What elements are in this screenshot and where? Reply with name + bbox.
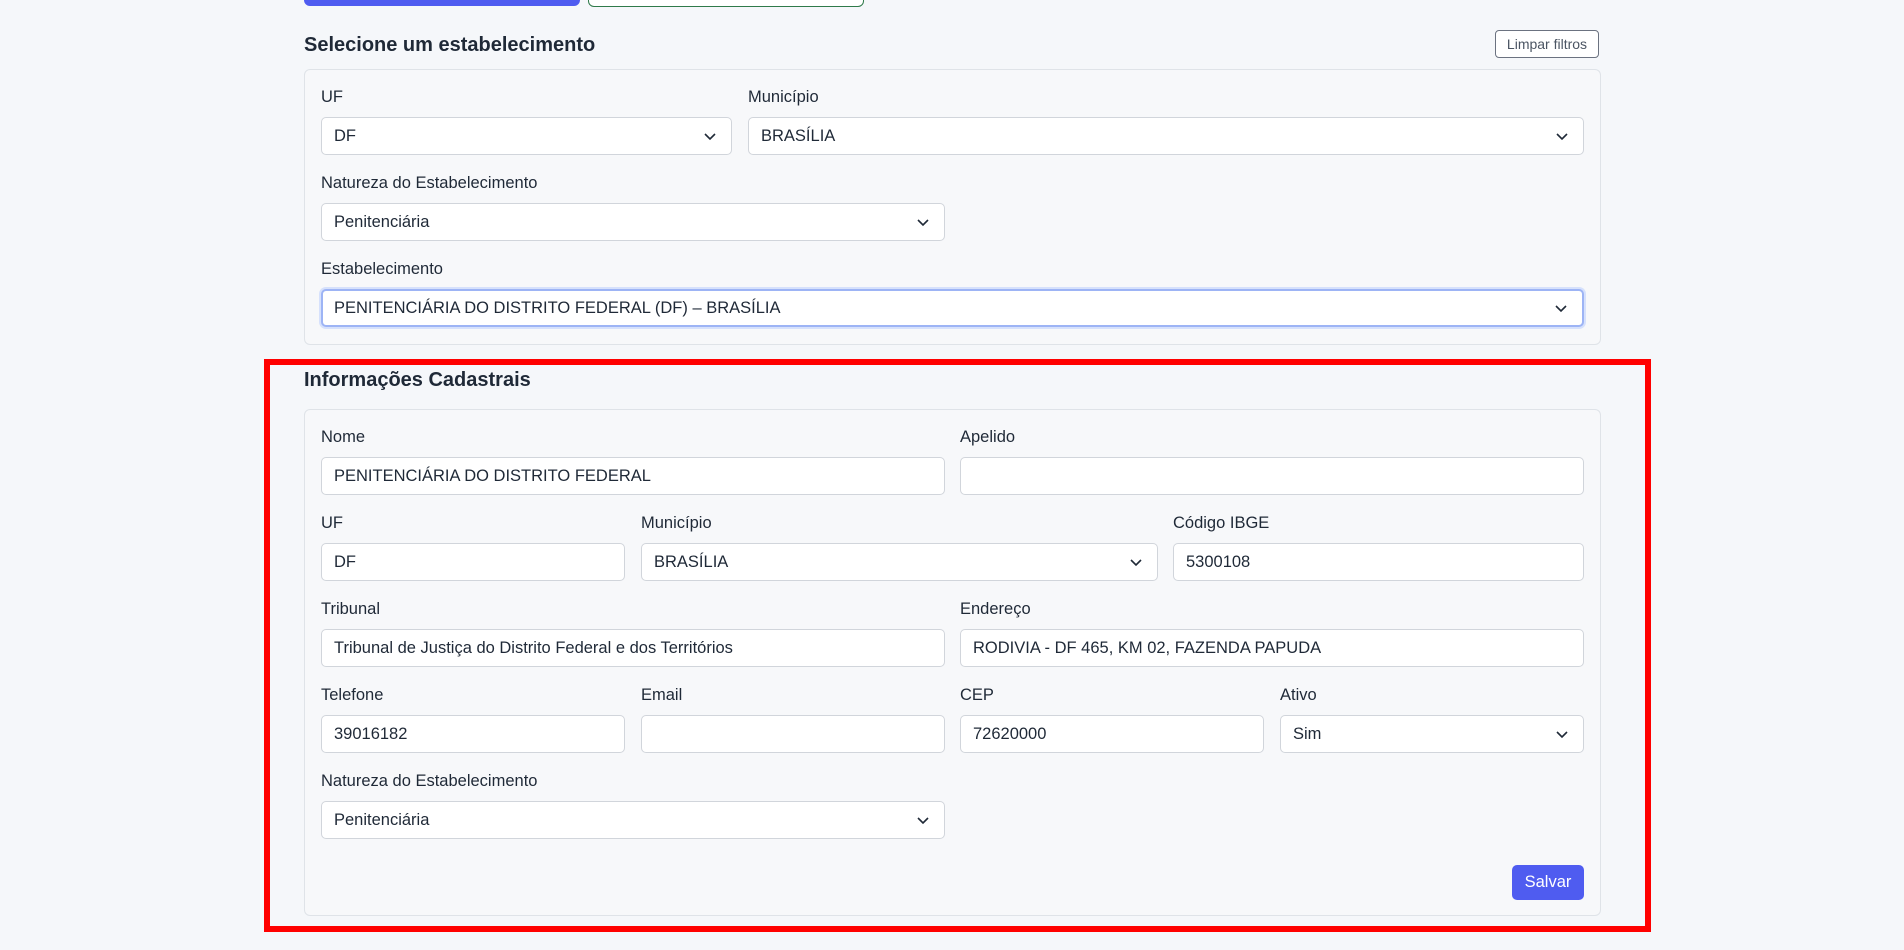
chevron-down-icon [917,219,929,227]
nome-value: PENITENCIÁRIA DO DISTRITO FEDERAL [334,466,651,485]
endereco-input[interactable]: RODIVIA - DF 465, KM 02, FAZENDA PAPUDA [960,629,1584,667]
cep-input[interactable]: 72620000 [960,715,1264,753]
ativo-select[interactable]: Sim [1280,715,1584,753]
info-section-title: Informações Cadastrais [304,369,531,391]
nome-input[interactable]: PENITENCIÁRIA DO DISTRITO FEDERAL [321,457,945,495]
chevron-down-icon [704,133,716,141]
ibge-label: Código IBGE [1173,514,1270,532]
tribunal-input[interactable]: Tribunal de Justiça do Distrito Federal … [321,629,945,667]
ibge-value: 5300108 [1186,552,1251,571]
ativo-label: Ativo [1280,686,1317,704]
cep-value: 72620000 [973,724,1047,743]
uf-value: DF [334,552,356,571]
natureza-filter-label: Natureza do Estabelecimento [321,174,538,192]
chevron-down-icon [917,817,929,825]
uf-filter-value: DF [334,126,356,145]
tribunal-label: Tribunal [321,600,380,618]
estabelecimento-value: PENITENCIÁRIA DO DISTRITO FEDERAL (DF) –… [334,298,781,317]
chevron-down-icon [1130,559,1142,567]
nome-label: Nome [321,428,366,446]
chevron-down-icon [1556,731,1568,739]
top-outline-button[interactable] [588,0,864,7]
save-button[interactable]: Salvar [1512,865,1584,900]
email-label: Email [641,686,683,704]
municipio-filter-select[interactable]: BRASÍLIA [748,117,1584,155]
municipio-filter-label: Município [748,88,819,106]
endereco-value: RODIVIA - DF 465, KM 02, FAZENDA PAPUDA [973,638,1322,657]
estabelecimento-select[interactable]: PENITENCIÁRIA DO DISTRITO FEDERAL (DF) –… [321,289,1584,327]
apelido-input[interactable] [960,457,1584,495]
municipio-value: BRASÍLIA [654,552,729,571]
natureza-select[interactable]: Penitenciária [321,801,945,839]
ibge-input[interactable]: 5300108 [1173,543,1584,581]
uf-filter-label: UF [321,88,343,106]
uf-input[interactable]: DF [321,543,625,581]
telefone-input[interactable]: 39016182 [321,715,625,753]
telefone-label: Telefone [321,686,384,704]
telefone-value: 39016182 [334,724,408,743]
natureza-value: Penitenciária [334,810,430,829]
ativo-value: Sim [1293,724,1322,743]
uf-filter-select[interactable]: DF [321,117,732,155]
top-primary-button[interactable] [304,0,580,6]
municipio-label: Município [641,514,712,532]
tribunal-value: Tribunal de Justiça do Distrito Federal … [334,638,733,657]
chevron-down-icon [1555,305,1567,313]
chevron-down-icon [1556,133,1568,141]
estabelecimento-filter-label: Estabelecimento [321,260,443,278]
apelido-label: Apelido [960,428,1016,446]
endereco-label: Endereço [960,600,1031,618]
email-input[interactable] [641,715,945,753]
select-section-title: Selecione um estabelecimento [304,34,596,56]
cep-label: CEP [960,686,994,704]
natureza-filter-value: Penitenciária [334,212,430,231]
municipio-select[interactable]: BRASÍLIA [641,543,1158,581]
natureza-filter-select[interactable]: Penitenciária [321,203,945,241]
municipio-filter-value: BRASÍLIA [761,126,836,145]
natureza-label: Natureza do Estabelecimento [321,772,538,790]
clear-filters-button[interactable]: Limpar filtros [1495,30,1599,58]
uf-label: UF [321,514,343,532]
